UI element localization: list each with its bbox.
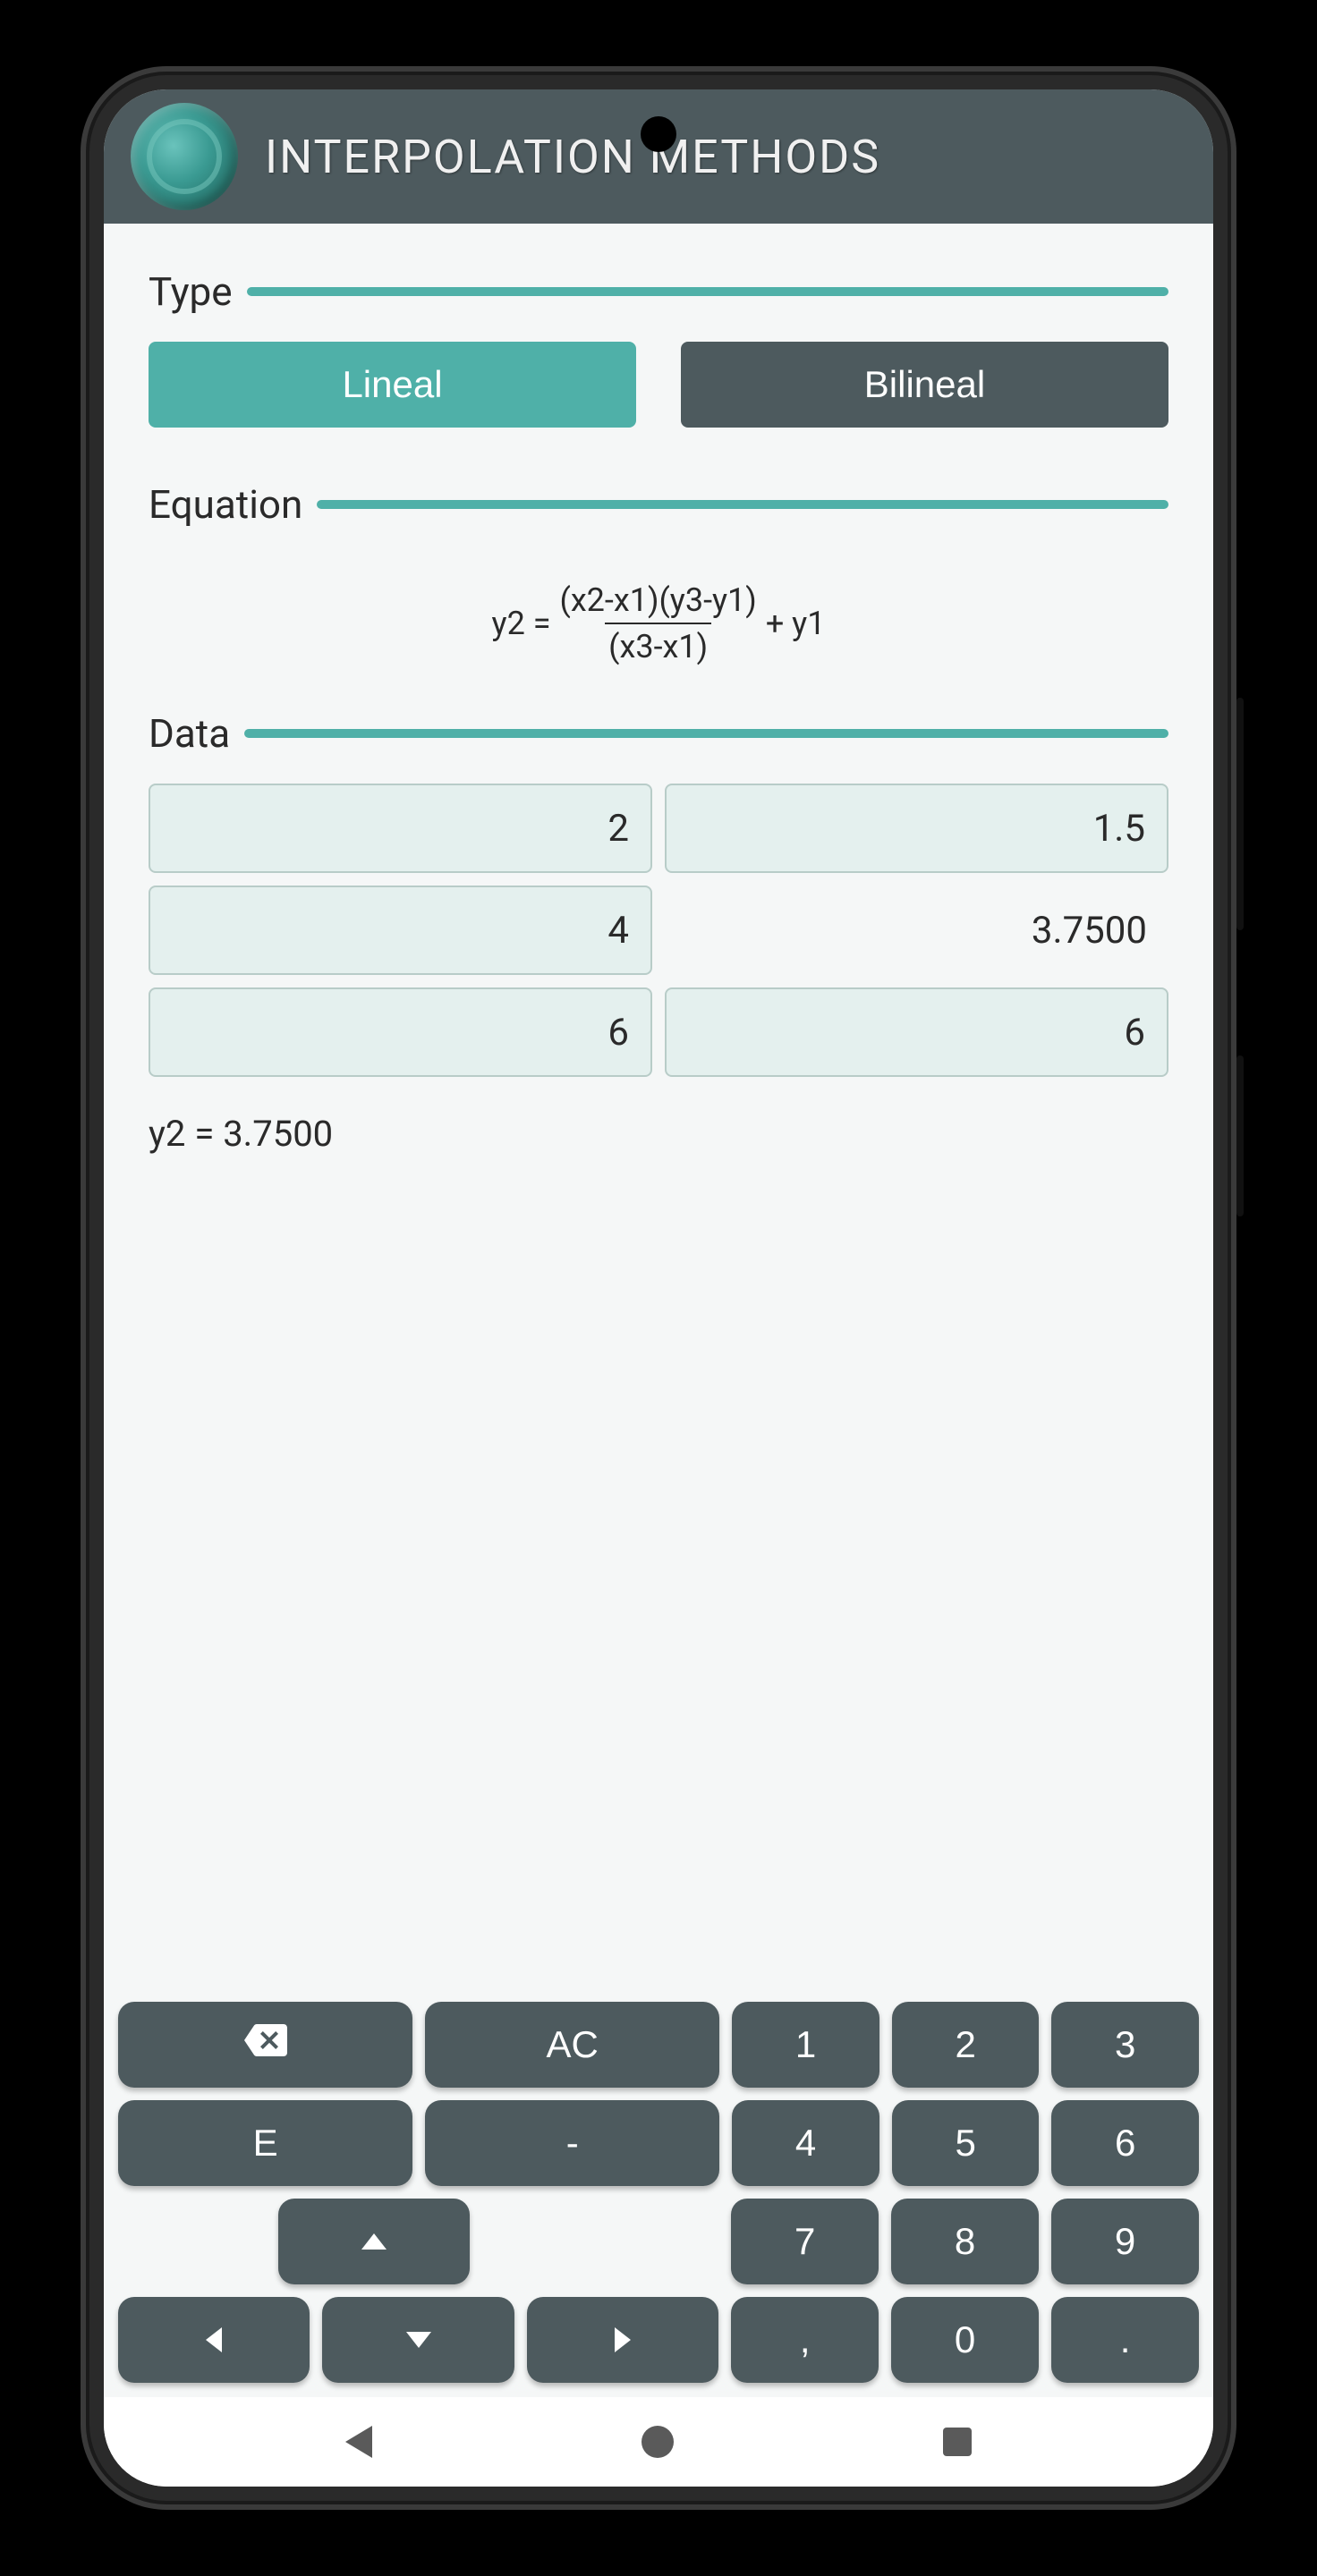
- camera-notch: [641, 116, 676, 152]
- app-logo-icon: [131, 103, 238, 210]
- equation-display: y2 = (x2-x1)(y3-y1) (x3-x1) + y1: [149, 555, 1168, 710]
- home-icon: [642, 2426, 674, 2458]
- nav-back-button[interactable]: [345, 2426, 372, 2458]
- key-arrow-up[interactable]: [278, 2199, 470, 2284]
- type-bilineal-button[interactable]: Bilineal: [681, 342, 1168, 428]
- x2-input[interactable]: 4: [149, 886, 652, 975]
- y1-input[interactable]: 1.5: [665, 784, 1168, 873]
- nav-recent-button[interactable]: [943, 2428, 972, 2456]
- recent-icon: [943, 2428, 972, 2456]
- app-header: INTERPOLATION METHODS: [104, 89, 1213, 224]
- key-arrow-down[interactable]: [322, 2297, 514, 2383]
- key-9[interactable]: 9: [1051, 2199, 1199, 2284]
- key-ac[interactable]: AC: [425, 2002, 719, 2088]
- key-backspace[interactable]: [118, 2002, 412, 2088]
- arrow-left-icon: [206, 2327, 222, 2352]
- section-data-label: Data: [149, 710, 230, 757]
- key-0[interactable]: 0: [891, 2297, 1039, 2383]
- key-2[interactable]: 2: [892, 2002, 1040, 2088]
- key-4[interactable]: 4: [732, 2100, 879, 2186]
- key-8[interactable]: 8: [891, 2199, 1039, 2284]
- equation-lhs: y2 =: [492, 605, 551, 642]
- result-text: y2 = 3.7500: [149, 1113, 1168, 1155]
- divider-line: [247, 287, 1168, 296]
- page-title: INTERPOLATION METHODS: [265, 130, 880, 184]
- section-type-label: Type: [149, 268, 233, 315]
- key-comma[interactable]: ,: [731, 2297, 879, 2383]
- nav-home-button[interactable]: [642, 2426, 674, 2458]
- equation-tail: + y1: [766, 605, 826, 642]
- key-arrow-right[interactable]: [527, 2297, 718, 2383]
- key-7[interactable]: 7: [731, 2199, 879, 2284]
- key-arrow-left[interactable]: [118, 2297, 310, 2383]
- y2-output: 3.7500: [665, 886, 1168, 975]
- back-icon: [345, 2426, 372, 2458]
- key-minus[interactable]: -: [425, 2100, 719, 2186]
- arrow-right-icon: [615, 2327, 631, 2352]
- section-equation-label: Equation: [149, 481, 302, 528]
- equation-numerator: (x2-x1)(y3-y1): [557, 581, 760, 623]
- backspace-icon: [244, 2019, 287, 2071]
- key-6[interactable]: 6: [1051, 2100, 1199, 2186]
- key-1[interactable]: 1: [732, 2002, 879, 2088]
- key-3[interactable]: 3: [1051, 2002, 1199, 2088]
- section-data-header: Data: [149, 710, 1168, 757]
- type-lineal-button[interactable]: Lineal: [149, 342, 636, 428]
- equation-denominator: (x3-x1): [605, 623, 711, 665]
- x3-input[interactable]: 6: [149, 987, 652, 1077]
- divider-line: [317, 500, 1168, 509]
- android-navbar: [104, 2397, 1213, 2487]
- x1-input[interactable]: 2: [149, 784, 652, 873]
- arrow-down-icon: [406, 2332, 431, 2348]
- key-dot[interactable]: .: [1051, 2297, 1199, 2383]
- y3-input[interactable]: 6: [665, 987, 1168, 1077]
- key-5[interactable]: 5: [892, 2100, 1040, 2186]
- section-type-header: Type: [149, 268, 1168, 315]
- key-exponent[interactable]: E: [118, 2100, 412, 2186]
- section-equation-header: Equation: [149, 481, 1168, 528]
- keyboard: AC 1 2 3 E - 4 5 6 7 8 9: [104, 1987, 1213, 2397]
- divider-line: [244, 729, 1168, 738]
- arrow-up-icon: [361, 2233, 387, 2250]
